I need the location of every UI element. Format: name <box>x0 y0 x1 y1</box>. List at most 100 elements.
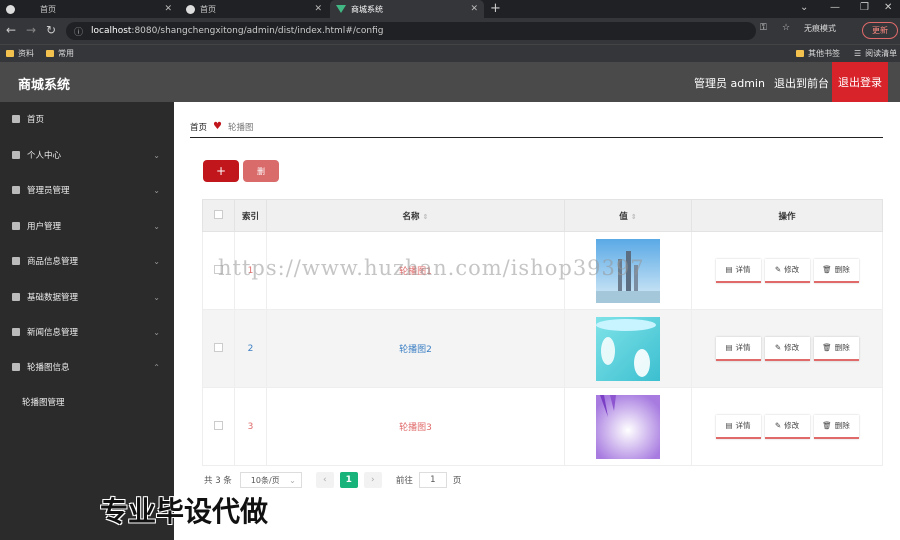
sidebar-item-carousel[interactable]: 轮播图信息 ⌃ <box>0 355 174 379</box>
info-icon: ⓘ <box>74 27 84 38</box>
sidebar-item-users[interactable]: 用户管理 ⌄ <box>0 214 174 238</box>
row-index: 3 <box>234 387 267 466</box>
close-icon[interactable]: ✕ <box>470 4 478 14</box>
checkbox[interactable] <box>214 342 223 352</box>
incognito-label[interactable]: 无痕模式 <box>804 23 836 34</box>
url-field[interactable]: ⓘ localhost:8080/shangchengxitong/admin/… <box>66 22 756 40</box>
reading-list-icon: ☰ <box>854 49 862 58</box>
bookmark-folder[interactable]: 常用 <box>46 48 74 59</box>
col-header-value[interactable]: 值 ⇕ <box>564 199 692 232</box>
row-index: 1 <box>234 231 267 310</box>
chevron-down-icon[interactable]: ⌄ <box>800 2 808 13</box>
star-icon[interactable]: ☆ <box>782 23 790 33</box>
edit-button[interactable]: ✎ 修改 <box>764 258 810 283</box>
forward-icon[interactable]: → <box>26 23 36 37</box>
chevron-down-icon: ⌄ <box>153 221 160 231</box>
sidebar-item-news[interactable]: 新闻信息管理 ⌄ <box>0 320 174 344</box>
goto-input[interactable]: 1 <box>418 472 447 488</box>
list-panel: + 删 索引 名称 ⇕ 值 ⇕ 操作 1 轮播图1 ▤ 详情 ✎ 修改 🗑 删除… <box>190 146 883 502</box>
batch-delete-button[interactable]: 删 <box>243 160 279 182</box>
close-icon[interactable]: ✕ <box>314 4 322 14</box>
reload-icon[interactable]: ↻ <box>46 23 56 37</box>
pagination: 共 3 条 10条/页 ⌄ ‹ 1 › 前往 1 页 <box>204 472 461 488</box>
sort-icon[interactable]: ⇕ <box>423 213 429 221</box>
delete-button[interactable]: 🗑 删除 <box>813 258 859 283</box>
sidebar-subitem-carousel-manage[interactable]: 轮播图管理 <box>22 396 65 408</box>
page-number[interactable]: 1 <box>339 472 358 488</box>
user-icon <box>12 151 20 159</box>
bookmark-folder[interactable]: 资料 <box>6 48 34 59</box>
close-icon[interactable]: ✕ <box>164 4 172 14</box>
trash-icon: 🗑 <box>822 421 832 430</box>
page-size-select[interactable]: 10条/页 ⌄ <box>239 472 302 488</box>
row-name: 轮播图3 <box>266 387 565 466</box>
mail-icon <box>12 328 20 336</box>
col-header-ops: 操作 <box>691 199 883 232</box>
back-to-front-link[interactable]: 退出到前台 <box>774 75 829 91</box>
delete-button[interactable]: 🗑 删除 <box>813 414 859 439</box>
chevron-down-icon: ⌄ <box>153 185 160 195</box>
folder-icon <box>46 50 54 57</box>
total-count: 共 3 条 <box>204 476 232 486</box>
minimize-icon[interactable]: — <box>830 2 840 13</box>
browser-tab[interactable]: 首页 ✕ <box>0 0 178 18</box>
goto-label: 前往 <box>395 476 413 486</box>
col-header-name[interactable]: 名称 ⇕ <box>266 199 565 232</box>
next-page-button[interactable]: › <box>363 472 382 488</box>
tab-strip: 首页 ✕ 首页 ✕ 商城系统 ✕ + ⌄ — ❐ ✕ <box>0 0 900 18</box>
restore-icon[interactable]: ❐ <box>860 2 869 13</box>
new-tab-icon[interactable]: + <box>490 1 501 16</box>
sidebar: 首页 个人中心 ⌄ 管理员管理 ⌄ 用户管理 ⌄ 商品信息管理 ⌄ 基础数据管理 ⌄ 新闻… <box>0 102 174 540</box>
add-button[interactable]: + <box>203 160 239 182</box>
address-bar-row: ← → ↻ ⓘ localhost:8080/shangchengxitong/… <box>0 18 900 44</box>
app-title: 商城系统 <box>18 78 71 93</box>
key-icon[interactable]: ⚿ <box>760 23 767 33</box>
sort-icon[interactable]: ⇕ <box>631 213 637 221</box>
overlay-caption: 专业毕设代做 <box>100 495 269 528</box>
browser-chrome: 首页 ✕ 首页 ✕ 商城系统 ✕ + ⌄ — ❐ ✕ ← → ↻ ⓘ localhos… <box>0 0 900 62</box>
sidebar-item-products[interactable]: 商品信息管理 ⌄ <box>0 249 174 273</box>
table-row: 3 轮播图3 ▤ 详情 ✎ 修改 🗑 删除 <box>202 387 883 466</box>
bookmark-folder[interactable]: 其他书签 <box>796 48 840 59</box>
pencil-icon: ✎ <box>774 343 782 352</box>
folder-icon <box>6 50 14 57</box>
chevron-up-icon: ⌃ <box>153 362 160 372</box>
heart-icon: ♥ <box>213 121 222 132</box>
table-header-row: 索引 名称 ⇕ 值 ⇕ 操作 <box>202 199 883 232</box>
update-button[interactable]: 更新 <box>862 22 898 39</box>
edit-button[interactable]: ✎ 修改 <box>764 414 810 439</box>
browser-tab-active[interactable]: 商城系统 ✕ <box>330 0 484 18</box>
data-table: 索引 名称 ⇕ 值 ⇕ 操作 1 轮播图1 ▤ 详情 ✎ 修改 🗑 删除 2 轮… <box>202 199 883 466</box>
detail-button[interactable]: ▤ 详情 <box>715 414 761 439</box>
document-icon: ▤ <box>725 421 733 430</box>
edit-button[interactable]: ✎ 修改 <box>764 336 810 361</box>
detail-button[interactable]: ▤ 详情 <box>715 258 761 283</box>
home-icon <box>12 115 20 123</box>
delete-button[interactable]: 🗑 删除 <box>813 336 859 361</box>
checkbox[interactable] <box>214 420 223 430</box>
detail-button[interactable]: ▤ 详情 <box>715 336 761 361</box>
globe-icon <box>6 4 15 14</box>
checkbox[interactable] <box>214 209 223 219</box>
main-content: 首页 ♥ 轮播图 + 删 索引 名称 ⇕ 值 ⇕ 操作 1 轮播图1 ▤ 详情 … <box>174 102 900 540</box>
sidebar-item-profile[interactable]: 个人中心 ⌄ <box>0 143 174 167</box>
sidebar-item-home[interactable]: 首页 <box>0 107 174 131</box>
chevron-down-icon: ⌄ <box>289 475 296 485</box>
breadcrumb: 首页 ♥ 轮播图 <box>190 116 883 138</box>
pencil-icon: ✎ <box>774 265 782 274</box>
reading-list[interactable]: ☰ 阅读清单 <box>854 48 897 59</box>
select-all-cell[interactable] <box>202 199 235 232</box>
sidebar-item-admins[interactable]: 管理员管理 ⌄ <box>0 178 174 202</box>
bar-chart-icon <box>12 363 20 371</box>
back-icon[interactable]: ← <box>6 23 16 37</box>
prev-page-button[interactable]: ‹ <box>315 472 334 488</box>
window-close-icon[interactable]: ✕ <box>884 2 892 13</box>
page-suffix: 页 <box>452 476 462 486</box>
logout-button[interactable]: 退出登录 <box>832 62 888 102</box>
trash-icon: 🗑 <box>822 343 832 352</box>
browser-tab[interactable]: 首页 ✕ <box>180 0 328 18</box>
clipboard-icon <box>12 293 20 301</box>
sidebar-item-base-data[interactable]: 基础数据管理 ⌄ <box>0 285 174 309</box>
breadcrumb-home[interactable]: 首页 <box>190 121 207 133</box>
checkbox[interactable] <box>214 264 223 274</box>
